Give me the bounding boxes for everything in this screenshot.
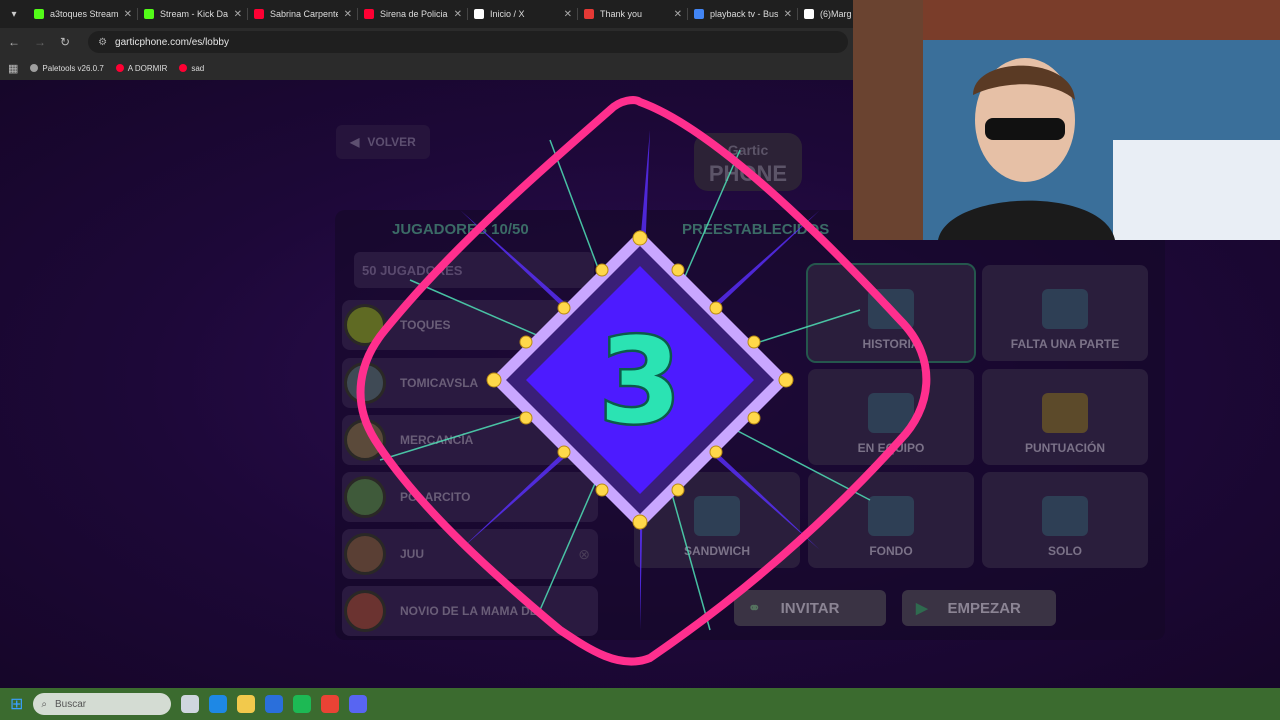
solo-icon bbox=[1042, 496, 1088, 536]
youtube-icon bbox=[179, 64, 188, 72]
x-logo-icon bbox=[474, 9, 484, 19]
preset-card-puntuacion[interactable]: PUNTUACIÓN bbox=[982, 369, 1148, 465]
close-icon[interactable]: ✕ bbox=[344, 9, 352, 20]
tab-2[interactable]: Stream - Kick Das ✕ bbox=[138, 0, 248, 28]
webcam-feed bbox=[853, 0, 1280, 240]
site-info-icon[interactable]: ⚙ bbox=[98, 37, 107, 48]
webcam-overlay bbox=[853, 0, 1280, 240]
file-explorer-icon[interactable] bbox=[237, 695, 256, 713]
tab-7[interactable]: playback tv - Busc ✕ bbox=[688, 0, 798, 28]
close-icon[interactable]: ✕ bbox=[674, 9, 682, 20]
chrome-icon[interactable] bbox=[321, 695, 340, 713]
globe-icon bbox=[30, 64, 39, 72]
windows-start-icon[interactable]: ⊞ bbox=[10, 694, 23, 714]
countdown-number: 3 bbox=[599, 312, 681, 450]
apps-grid-icon[interactable]: ▦ bbox=[8, 62, 18, 75]
preset-card-falta-una-parte[interactable]: FALTA UNA PARTE bbox=[982, 265, 1148, 361]
close-icon[interactable]: ✕ bbox=[234, 9, 242, 20]
youtube-icon bbox=[254, 9, 264, 19]
close-icon[interactable]: ✕ bbox=[124, 9, 132, 20]
puzzle-icon bbox=[1042, 289, 1088, 329]
tab-3[interactable]: Sabrina Carpente ✕ bbox=[248, 0, 358, 28]
spotify-icon[interactable] bbox=[293, 695, 312, 713]
tab-4[interactable]: Sirena de Policia ✕ bbox=[358, 0, 468, 28]
task-view-icon[interactable] bbox=[181, 695, 200, 713]
kick-icon bbox=[144, 9, 154, 19]
bookmark-2[interactable]: A DORMIR bbox=[115, 64, 167, 73]
forward-arrow-icon[interactable]: → bbox=[34, 35, 46, 49]
search-icon: ⌕ bbox=[41, 698, 48, 710]
url-bar[interactable]: ⚙ garticphone.com/es/lobby bbox=[88, 31, 849, 53]
tab-1[interactable]: a3toques Stream ✕ bbox=[28, 0, 138, 28]
store-icon[interactable] bbox=[265, 695, 284, 713]
medal-icon bbox=[1042, 393, 1088, 433]
reload-icon[interactable]: ↻ bbox=[60, 35, 70, 49]
close-icon[interactable]: ✕ bbox=[564, 9, 572, 20]
tab-6[interactable]: Thank you ✕ bbox=[578, 0, 688, 28]
tab-search-icon[interactable]: ▾ bbox=[0, 0, 28, 28]
preset-card-solo[interactable]: SOLO bbox=[982, 472, 1148, 568]
youtube-icon bbox=[364, 9, 374, 19]
tab-favicon-icon bbox=[584, 9, 594, 19]
back-arrow-icon[interactable]: ← bbox=[8, 35, 20, 49]
kick-icon bbox=[34, 9, 44, 19]
tiktok-icon bbox=[804, 9, 814, 19]
edge-icon[interactable] bbox=[209, 695, 228, 713]
url-text: garticphone.com/es/lobby bbox=[115, 36, 229, 48]
bookmark-1[interactable]: Paletools v26.0.7 bbox=[30, 64, 104, 73]
youtube-icon bbox=[115, 64, 124, 72]
tab-5[interactable]: Inicio / X ✕ bbox=[468, 0, 578, 28]
google-icon bbox=[694, 9, 704, 19]
taskbar-search[interactable]: ⌕ Buscar bbox=[33, 693, 172, 715]
bookmark-3[interactable]: sad bbox=[179, 64, 204, 73]
close-icon[interactable]: ✕ bbox=[784, 9, 792, 20]
windows-taskbar: ⊞ ⌕ Buscar bbox=[0, 688, 1280, 720]
countdown-overlay: 3 bbox=[356, 96, 931, 666]
close-icon[interactable]: ✕ bbox=[454, 9, 462, 20]
discord-icon[interactable] bbox=[349, 695, 368, 713]
